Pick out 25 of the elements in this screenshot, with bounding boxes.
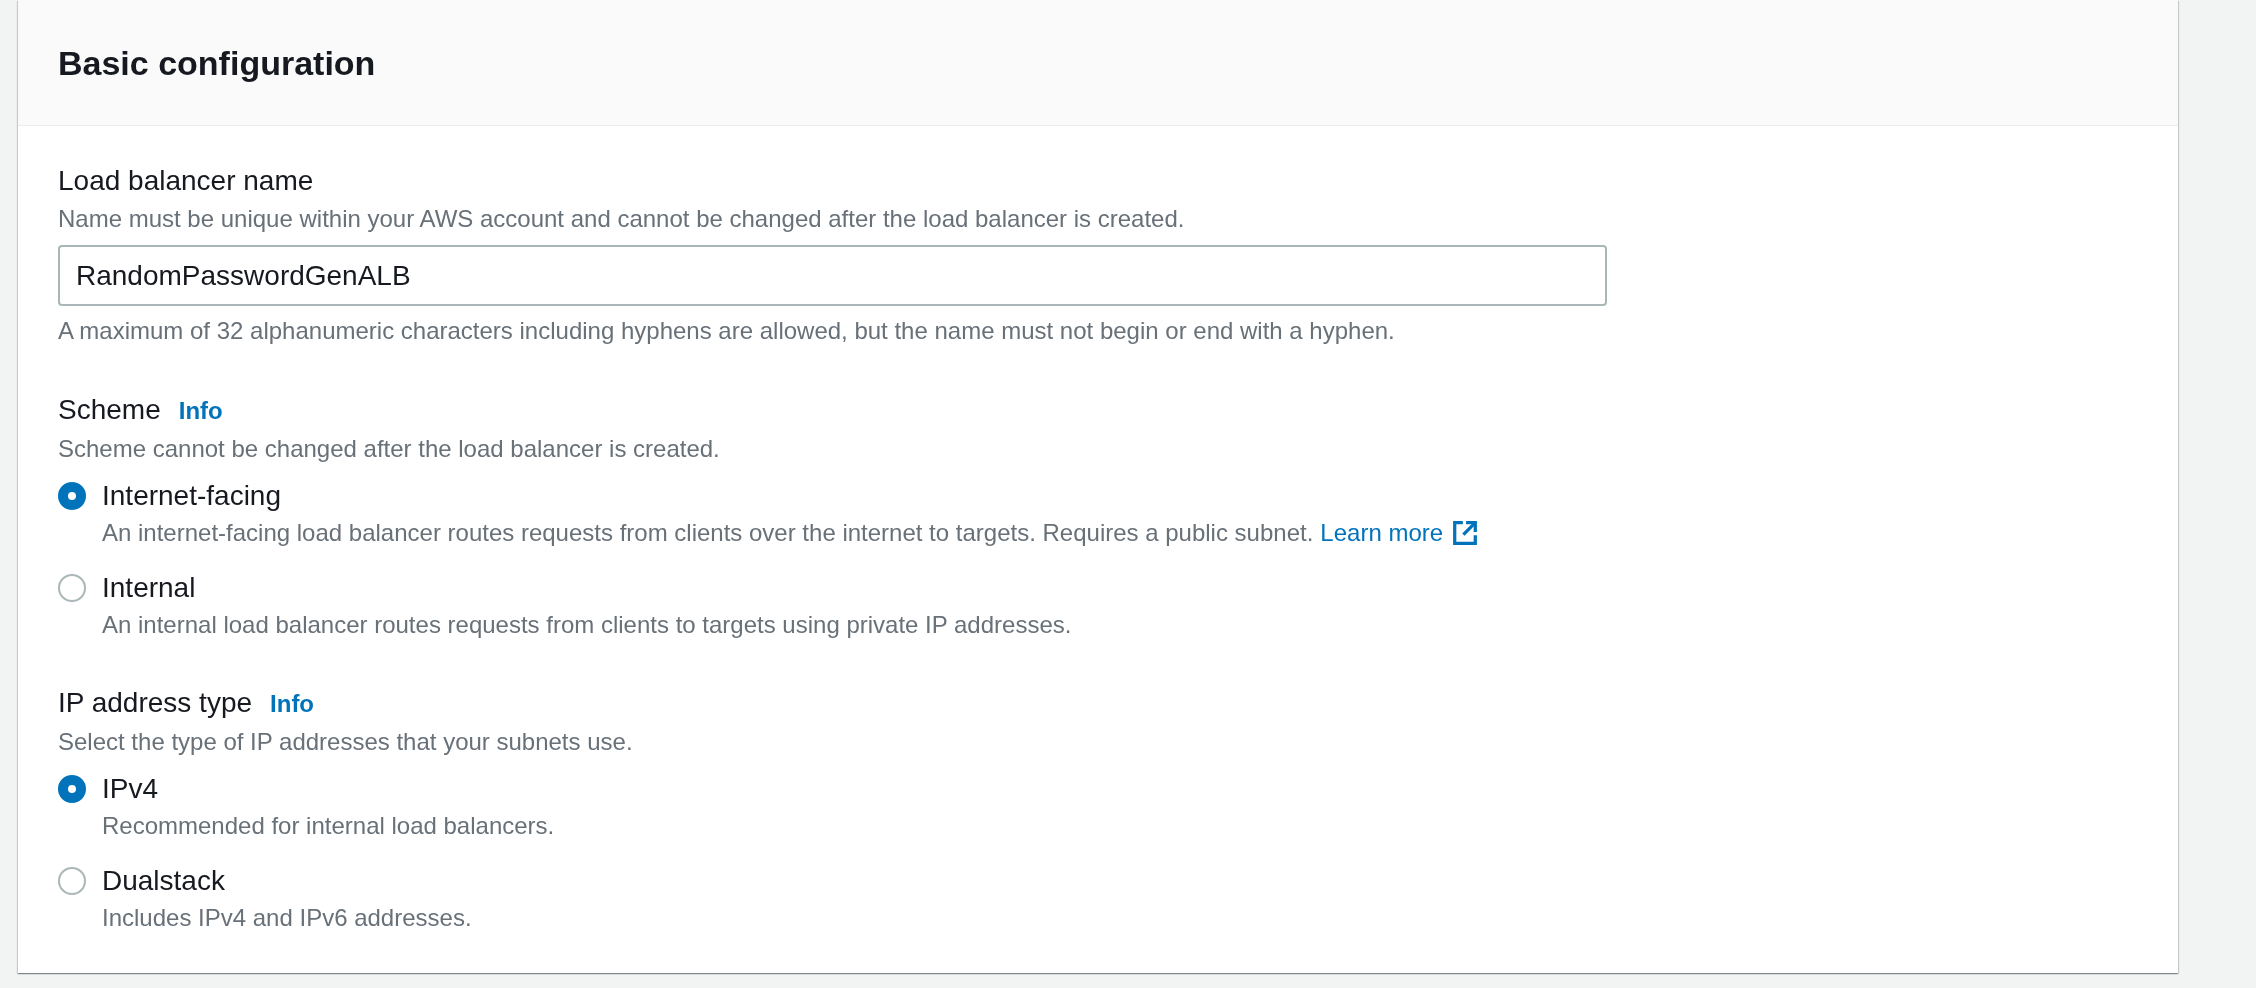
radio-button[interactable] [58,482,86,510]
name-input[interactable]: RandomPasswordGenALB [58,245,1607,306]
field-label: IP address type [58,686,253,720]
section-title: Basic configuration [58,42,376,84]
field-label: Load balancer name [58,164,314,198]
radio-button[interactable] [58,867,86,895]
option-label[interactable]: Dualstack [102,861,225,901]
option-label[interactable]: Internal [102,568,196,608]
option-description: Recommended for internal load balancers. [102,811,555,841]
option-description: Includes IPv4 and IPv6 addresses. [102,903,472,933]
radio-button[interactable] [58,775,86,803]
field-description: Scheme cannot be changed after the load balancer is created. [58,434,721,464]
field-label: Scheme [58,393,161,427]
option-label[interactable]: IPv4 [102,769,159,809]
learn-more-link[interactable]: Learn more [1320,516,1479,550]
option-label[interactable]: Internet-facing [102,476,281,516]
external-link-icon [1452,520,1479,546]
info-link[interactable]: Info [178,391,223,431]
constraint-text: A maximum of 32 alphanumeric characters including hyphens are allowed, but the name must not begin or end with a hyphen. [58,316,1396,346]
field-description: Name must be unique within your AWS account and cannot be changed after the load balancer is created. [58,204,1186,234]
field-description: Select the type of IP addresses that your subnets use. [58,727,634,757]
option-description: An internal load balancer routes requests from clients to targets using private IP addresses. [102,610,1072,640]
option-description: An internet-facing load balancer routes requests from clients over the internet to targets. Requires a public subnet. Learn more [102,516,1479,550]
radio-button[interactable] [58,574,86,602]
info-link[interactable]: Info [270,684,315,724]
